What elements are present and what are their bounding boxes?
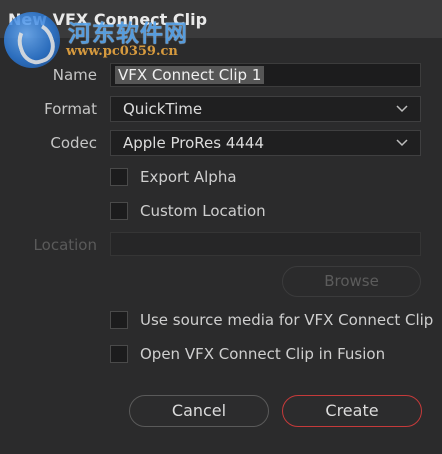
- custom-location-checkbox[interactable]: [110, 202, 128, 220]
- codec-select-value: Apple ProRes 4444: [123, 134, 264, 152]
- open-in-fusion-checkbox[interactable]: [110, 345, 128, 363]
- cancel-button[interactable]: Cancel: [129, 395, 269, 427]
- location-field: [110, 232, 421, 256]
- open-in-fusion-label: Open VFX Connect Clip in Fusion: [140, 345, 386, 363]
- chevron-down-icon: [396, 139, 408, 147]
- name-field-value: VFX Connect Clip 1: [115, 66, 265, 84]
- create-button[interactable]: Create: [282, 395, 422, 427]
- watermark-title: 河东软件网: [68, 20, 188, 47]
- custom-location-label: Custom Location: [140, 202, 266, 220]
- browse-button: Browse: [282, 266, 421, 297]
- format-label: Format: [44, 100, 97, 118]
- name-label: Name: [52, 66, 97, 84]
- codec-select[interactable]: Apple ProRes 4444: [110, 130, 421, 156]
- codec-label: Codec: [50, 134, 97, 152]
- format-select-value: QuickTime: [123, 100, 203, 118]
- use-source-media-label: Use source media for VFX Connect Clip: [140, 311, 434, 329]
- export-alpha-checkbox[interactable]: [110, 168, 128, 186]
- title-bar: New VFX Connect Clip: [0, 0, 442, 38]
- format-select[interactable]: QuickTime: [110, 96, 421, 122]
- new-vfx-connect-clip-dialog: New VFX Connect Clip 河东软件网 www.pc0359.cn…: [0, 0, 442, 454]
- use-source-media-checkbox[interactable]: [110, 311, 128, 329]
- location-label: Location: [33, 236, 97, 254]
- export-alpha-label: Export Alpha: [140, 168, 237, 186]
- watermark-url: www.pc0359.cn: [66, 44, 178, 59]
- watermark-logo-icon: [4, 12, 60, 68]
- chevron-down-icon: [396, 105, 408, 113]
- name-field[interactable]: VFX Connect Clip 1: [110, 63, 421, 87]
